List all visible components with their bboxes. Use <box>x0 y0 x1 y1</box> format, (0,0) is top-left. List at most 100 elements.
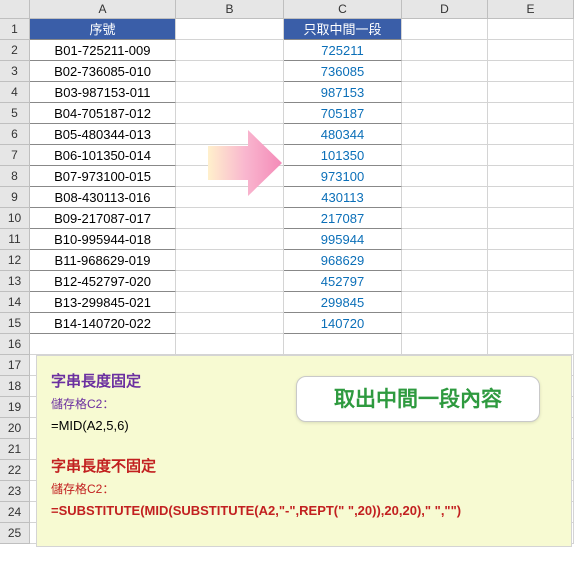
row-header-18[interactable]: 18 <box>0 376 30 397</box>
cell[interactable] <box>176 292 284 313</box>
cell[interactable] <box>488 313 574 334</box>
mid-cell[interactable]: 705187 <box>284 103 402 124</box>
col-header-E[interactable]: E <box>488 0 574 19</box>
row-header-21[interactable]: 21 <box>0 439 30 460</box>
cell[interactable] <box>488 187 574 208</box>
mid-cell[interactable]: 968629 <box>284 250 402 271</box>
cell[interactable] <box>402 208 488 229</box>
col-header-B[interactable]: B <box>176 0 284 19</box>
cell[interactable] <box>402 229 488 250</box>
cell[interactable] <box>176 19 284 40</box>
mid-cell[interactable]: 452797 <box>284 271 402 292</box>
seq-cell[interactable]: B14-140720-022 <box>30 313 176 334</box>
mid-cell[interactable]: 995944 <box>284 229 402 250</box>
cell[interactable] <box>176 103 284 124</box>
mid-cell[interactable]: 725211 <box>284 40 402 61</box>
cell[interactable] <box>176 250 284 271</box>
row-header-2[interactable]: 2 <box>0 40 30 61</box>
cell[interactable] <box>402 61 488 82</box>
cell[interactable] <box>402 334 488 355</box>
row-header-5[interactable]: 5 <box>0 103 30 124</box>
cell[interactable] <box>488 271 574 292</box>
row-header-3[interactable]: 3 <box>0 61 30 82</box>
mid-cell[interactable]: 217087 <box>284 208 402 229</box>
seq-cell[interactable]: B09-217087-017 <box>30 208 176 229</box>
cell[interactable] <box>488 166 574 187</box>
row-header-12[interactable]: 12 <box>0 250 30 271</box>
seq-cell[interactable]: B06-101350-014 <box>30 145 176 166</box>
mid-cell[interactable]: 736085 <box>284 61 402 82</box>
col-header-A[interactable]: A <box>30 0 176 19</box>
cell[interactable] <box>402 19 488 40</box>
col-header-D[interactable]: D <box>402 0 488 19</box>
row-header-19[interactable]: 19 <box>0 397 30 418</box>
seq-cell[interactable]: B07-973100-015 <box>30 166 176 187</box>
cell[interactable] <box>402 82 488 103</box>
row-header-20[interactable]: 20 <box>0 418 30 439</box>
cell[interactable] <box>176 124 284 145</box>
cell[interactable] <box>402 40 488 61</box>
mid-cell[interactable]: 973100 <box>284 166 402 187</box>
cell[interactable] <box>176 145 284 166</box>
seq-cell[interactable]: B02-736085-010 <box>30 61 176 82</box>
cell[interactable] <box>488 229 574 250</box>
cell[interactable] <box>402 313 488 334</box>
seq-cell[interactable]: B03-987153-011 <box>30 82 176 103</box>
cell[interactable] <box>176 313 284 334</box>
seq-cell[interactable]: B01-725211-009 <box>30 40 176 61</box>
mid-cell[interactable]: 987153 <box>284 82 402 103</box>
cell[interactable] <box>402 271 488 292</box>
seq-cell[interactable]: B08-430113-016 <box>30 187 176 208</box>
cell[interactable] <box>402 103 488 124</box>
cell[interactable] <box>488 19 574 40</box>
cell[interactable] <box>176 187 284 208</box>
row-header-22[interactable]: 22 <box>0 460 30 481</box>
cell[interactable] <box>176 40 284 61</box>
cell[interactable] <box>488 250 574 271</box>
row-header-13[interactable]: 13 <box>0 271 30 292</box>
row-header-6[interactable]: 6 <box>0 124 30 145</box>
cell[interactable] <box>284 334 402 355</box>
mid-cell[interactable]: 299845 <box>284 292 402 313</box>
row-header-15[interactable]: 15 <box>0 313 30 334</box>
cell[interactable] <box>488 208 574 229</box>
cell[interactable] <box>402 166 488 187</box>
cell[interactable] <box>488 82 574 103</box>
cell[interactable] <box>402 250 488 271</box>
row-header-8[interactable]: 8 <box>0 166 30 187</box>
cell[interactable] <box>402 145 488 166</box>
row-header-14[interactable]: 14 <box>0 292 30 313</box>
cell[interactable] <box>176 334 284 355</box>
mid-cell[interactable]: 430113 <box>284 187 402 208</box>
cell[interactable] <box>30 334 176 355</box>
row-header-16[interactable]: 16 <box>0 334 30 355</box>
col-header-C[interactable]: C <box>284 0 402 19</box>
cell[interactable] <box>176 271 284 292</box>
seq-cell[interactable]: B13-299845-021 <box>30 292 176 313</box>
cell[interactable] <box>176 229 284 250</box>
cell[interactable] <box>488 61 574 82</box>
header-mid[interactable]: 只取中間一段 <box>284 19 402 40</box>
row-header-23[interactable]: 23 <box>0 481 30 502</box>
cell[interactable] <box>488 124 574 145</box>
seq-cell[interactable]: B10-995944-018 <box>30 229 176 250</box>
cell[interactable] <box>176 208 284 229</box>
row-header-1[interactable]: 1 <box>0 19 30 40</box>
cell[interactable] <box>402 187 488 208</box>
cell[interactable] <box>488 145 574 166</box>
row-header-24[interactable]: 24 <box>0 502 30 523</box>
seq-cell[interactable]: B11-968629-019 <box>30 250 176 271</box>
row-header-7[interactable]: 7 <box>0 145 30 166</box>
cell[interactable] <box>488 103 574 124</box>
cell[interactable] <box>488 292 574 313</box>
cell[interactable] <box>176 166 284 187</box>
cell[interactable] <box>488 40 574 61</box>
cell[interactable] <box>402 124 488 145</box>
mid-cell[interactable]: 480344 <box>284 124 402 145</box>
row-header-11[interactable]: 11 <box>0 229 30 250</box>
row-header-10[interactable]: 10 <box>0 208 30 229</box>
header-seq[interactable]: 序號 <box>30 19 176 40</box>
row-header-4[interactable]: 4 <box>0 82 30 103</box>
select-all-corner[interactable] <box>0 0 30 19</box>
seq-cell[interactable]: B12-452797-020 <box>30 271 176 292</box>
